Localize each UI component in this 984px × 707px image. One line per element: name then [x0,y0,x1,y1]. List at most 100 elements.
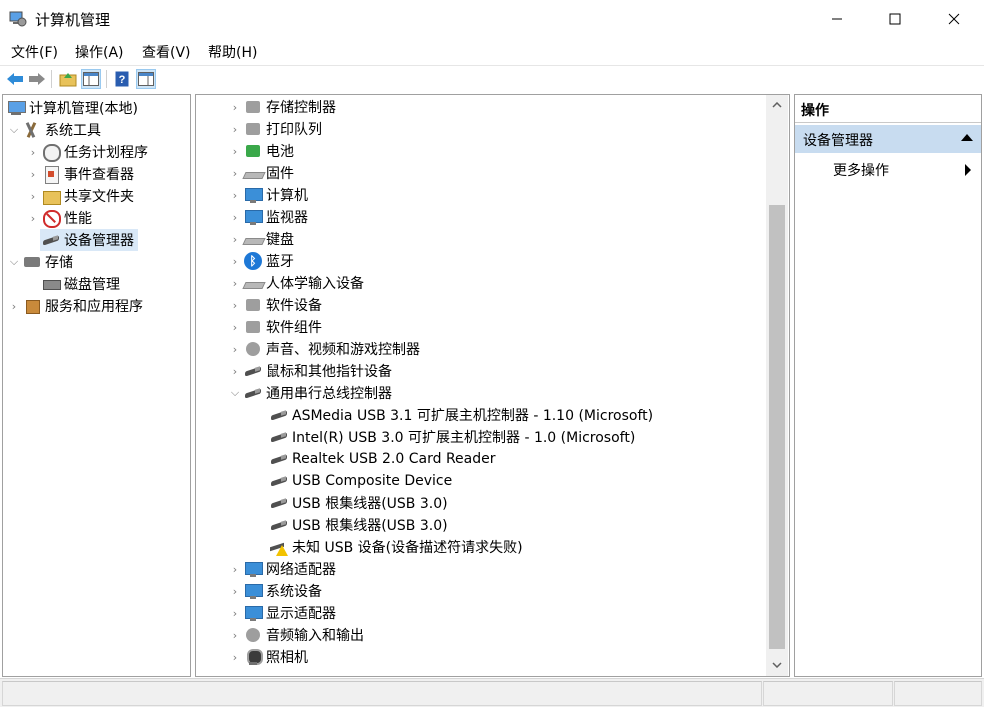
tree-item-label: 设备管理器 [64,233,134,249]
device-label: 计算机 [266,188,308,204]
submenu-arrow-icon[interactable] [965,164,971,176]
chevron-right-icon[interactable]: › [228,360,242,382]
chevron-right-icon[interactable]: › [228,624,242,646]
actions-section-label: 设备管理器 [803,133,873,149]
tree-item-label: 事件查看器 [64,167,134,183]
device-category[interactable]: › 固件 [228,162,294,184]
device-category[interactable]: › 显示适配器 [228,602,336,624]
tree-item-label: 计算机管理(本地) [29,101,138,117]
chevron-right-icon[interactable]: › [228,338,242,360]
device-label: Realtek USB 2.0 Card Reader [292,451,496,467]
chevron-right-icon[interactable]: › [228,294,242,316]
chevron-right-icon[interactable]: › [228,602,242,624]
tree-item-event-viewer[interactable]: › 事件查看器 [26,163,134,185]
device-category[interactable]: › 照相机 [228,646,308,668]
device-category[interactable]: › 计算机 [228,184,308,206]
chevron-right-icon[interactable]: › [228,118,242,140]
tree-item-services-applications[interactable]: › 服务和应用程序 [7,295,143,317]
minimize-button[interactable] [808,0,866,38]
chevron-right-icon[interactable]: › [228,272,242,294]
chevron-right-icon[interactable]: › [228,206,242,228]
device-category[interactable]: › 键盘 [228,228,294,250]
chevron-right-icon[interactable]: › [228,580,242,602]
show-hide-console-tree-button[interactable] [81,69,101,89]
menu-file[interactable]: 文件(F) [11,42,58,62]
device-category[interactable]: › 人体学输入设备 [228,272,364,294]
forward-button[interactable] [27,69,47,89]
system-device-icon [244,582,263,600]
tree-item-disk-management[interactable]: 磁盘管理 [40,273,120,295]
task-scheduler-icon [42,143,61,162]
chevron-right-icon[interactable]: › [7,295,21,317]
tree-item-label: 任务计划程序 [64,145,148,161]
chevron-right-icon[interactable]: › [228,250,242,272]
device-category[interactable]: › 蓝牙 [228,250,294,272]
properties-button[interactable] [136,69,156,89]
device-category[interactable]: › 电池 [228,140,294,162]
actions-pane: 操作 设备管理器 更多操作 [794,94,982,677]
tree-item-computer-management[interactable]: 计算机管理(本地) [5,97,138,119]
toolbar-separator [51,70,52,88]
up-folder-icon [59,73,77,87]
device-tree-scrollbar[interactable] [766,95,788,676]
device-category[interactable]: › 音频输入和输出 [228,624,364,646]
device-category[interactable]: › 软件设备 [228,294,322,316]
device-category[interactable]: › 打印队列 [228,118,322,140]
chevron-right-icon[interactable]: › [26,207,40,229]
menu-view[interactable]: 查看(V) [142,42,191,62]
device-item[interactable]: USB Composite Device [268,470,452,492]
chevron-right-icon[interactable]: › [228,558,242,580]
chevron-right-icon[interactable]: › [26,185,40,207]
device-label: ASMedia USB 3.1 可扩展主机控制器 - 1.10 (Microso… [292,408,654,424]
tree-item-storage[interactable]: ⌵ 存储 [7,251,73,273]
scroll-up-button[interactable] [766,95,788,115]
device-item[interactable]: USB 根集线器(USB 3.0) [268,492,448,514]
device-category[interactable]: › 存储控制器 [228,96,336,118]
device-item[interactable]: 未知 USB 设备(设备描述符请求失败) [268,536,523,558]
help-button[interactable]: ? [112,69,132,89]
collapse-triangle-icon[interactable] [961,134,973,141]
actions-section-device-manager[interactable]: 设备管理器 [795,125,981,153]
tree-item-performance[interactable]: › 性能 [26,207,92,229]
tree-item-system-tools[interactable]: ⌵ 系统工具 [7,119,101,141]
back-button[interactable] [5,69,25,89]
tree-item-label: 磁盘管理 [64,277,120,293]
menu-action[interactable]: 操作(A) [75,42,124,62]
device-category[interactable]: › 监视器 [228,206,308,228]
chevron-down-icon[interactable]: ⌵ [7,251,21,273]
device-category[interactable]: › 声音、视频和游戏控制器 [228,338,420,360]
chevron-right-icon[interactable]: › [228,140,242,162]
chevron-right-icon[interactable]: › [228,162,242,184]
device-category[interactable]: › 鼠标和其他指针设备 [228,360,392,382]
device-item[interactable]: ASMedia USB 3.1 可扩展主机控制器 - 1.10 (Microso… [268,404,653,426]
firmware-icon [244,164,262,182]
device-item[interactable]: USB 根集线器(USB 3.0) [268,514,448,536]
menu-help[interactable]: 帮助(H) [208,42,257,62]
scroll-thumb[interactable] [769,205,785,649]
chevron-down-icon[interactable]: ⌵ [7,119,21,141]
chevron-right-icon[interactable]: › [228,184,242,206]
chevron-down-icon[interactable]: ⌵ [228,382,242,404]
chevron-right-icon[interactable]: › [26,163,40,185]
tree-item-task-scheduler[interactable]: › 任务计划程序 [26,141,148,163]
device-label: USB Composite Device [292,473,453,489]
close-button[interactable] [925,0,983,38]
device-item[interactable]: Intel(R) USB 3.0 可扩展主机控制器 - 1.0 (Microso… [268,426,635,448]
tree-item-shared-folders[interactable]: › 共享文件夹 [26,185,134,207]
device-category[interactable]: › 系统设备 [228,580,322,602]
chevron-right-icon[interactable]: › [228,646,242,668]
maximize-button[interactable] [866,0,924,38]
device-item[interactable]: Realtek USB 2.0 Card Reader [268,448,496,470]
device-category[interactable]: › 网络适配器 [228,558,336,580]
chevron-right-icon[interactable]: › [228,228,242,250]
chevron-right-icon[interactable]: › [228,316,242,338]
more-actions-item[interactable]: 更多操作 [833,160,889,180]
tree-item-device-manager[interactable]: 设备管理器 [40,229,138,251]
device-category[interactable]: ⌵ 通用串行总线控制器 [228,382,392,404]
scroll-down-button[interactable] [766,655,788,675]
usb-device-icon [270,406,288,424]
chevron-right-icon[interactable]: › [228,96,242,118]
device-category[interactable]: › 软件组件 [228,316,322,338]
chevron-right-icon[interactable]: › [26,141,40,163]
up-folder-button[interactable] [58,69,78,89]
